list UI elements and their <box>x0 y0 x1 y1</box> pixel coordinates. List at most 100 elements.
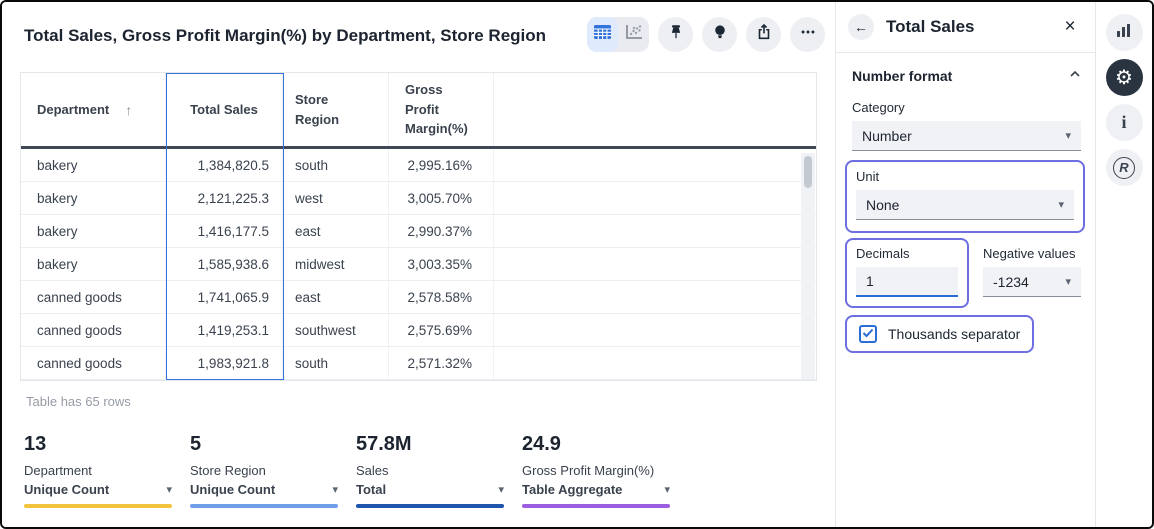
negative-values-field: Negative values -1234 ▾ <box>983 246 1081 297</box>
column-header-department[interactable]: Department ↑ <box>21 73 166 146</box>
lightbulb-icon <box>711 23 729 46</box>
cell-gross-profit-margin[interactable]: 3,005.70% <box>389 182 494 214</box>
panel-body: Number format Category Number ▾ Unit Non… <box>836 53 1095 353</box>
stat-value: 57.8M <box>356 433 504 456</box>
cell-department[interactable]: canned goods <box>21 314 166 346</box>
column-label: Gross Profit Margin(%) <box>405 80 469 139</box>
table-scrollbar[interactable] <box>801 153 815 379</box>
table-row[interactable]: bakery 2,121,225.3 west 3,005.70% <box>21 182 816 215</box>
cell-store-region[interactable]: east <box>283 215 389 247</box>
decimals-input[interactable] <box>856 267 958 297</box>
data-table: Department ↑ Total Sales Store Region Gr… <box>20 72 817 381</box>
table-row[interactable]: canned goods 1,983,921.8 south 2,571.32% <box>21 347 816 380</box>
cell-store-region[interactable]: midwest <box>283 248 389 280</box>
pin-icon <box>667 23 685 46</box>
cell-total-sales[interactable]: 1,419,253.1 <box>166 314 283 346</box>
decimals-label: Decimals <box>856 246 958 261</box>
close-panel-button[interactable]: × <box>1057 14 1083 40</box>
unit-select[interactable]: None ▾ <box>856 190 1074 220</box>
chevron-down-icon: ▾ <box>332 483 338 496</box>
cell-gross-profit-margin[interactable]: 2,575.69% <box>389 314 494 346</box>
unit-field-highlighted: Unit None ▾ <box>845 160 1085 233</box>
stat-accent-bar <box>24 504 172 508</box>
negative-values-label: Negative values <box>983 246 1081 261</box>
cell-department[interactable]: canned goods <box>21 281 166 313</box>
pin-button[interactable] <box>658 17 693 52</box>
column-header-store-region[interactable]: Store Region <box>283 73 389 146</box>
table-row[interactable]: bakery 1,416,177.5 east 2,990.37% <box>21 215 816 248</box>
cell-department[interactable]: bakery <box>21 182 166 214</box>
r-integration-button[interactable]: R <box>1106 149 1143 186</box>
stat-accent-bar <box>522 504 670 508</box>
table-row[interactable]: canned goods 1,419,253.1 southwest 2,575… <box>21 314 816 347</box>
info-icon: i <box>1121 112 1126 133</box>
cell-total-sales[interactable]: 1,585,938.6 <box>166 248 283 280</box>
cell-gross-profit-margin[interactable]: 2,578.58% <box>389 281 494 313</box>
cell-empty <box>494 314 816 346</box>
cell-total-sales[interactable]: 1,416,177.5 <box>166 215 283 247</box>
share-button[interactable] <box>746 17 781 52</box>
cell-gross-profit-margin[interactable]: 2,995.16% <box>389 149 494 181</box>
chart-view-button[interactable] <box>618 17 649 52</box>
unit-value: None <box>866 197 899 213</box>
chart-panel-button[interactable] <box>1106 14 1143 51</box>
thousands-separator-label: Thousands separator <box>888 326 1020 342</box>
number-format-section-toggle[interactable]: Number format <box>852 67 1081 85</box>
category-select[interactable]: Number ▾ <box>852 121 1081 151</box>
settings-panel-button[interactable]: ⚙ <box>1106 59 1143 96</box>
cell-gross-profit-margin[interactable]: 3,003.35% <box>389 248 494 280</box>
table-row[interactable]: bakery 1,585,938.6 midwest 3,003.35% <box>21 248 816 281</box>
panel-title: Total Sales <box>886 17 1057 37</box>
cell-department[interactable]: bakery <box>21 215 166 247</box>
negative-values-select[interactable]: -1234 ▾ <box>983 267 1081 297</box>
cell-store-region[interactable]: west <box>283 182 389 214</box>
unit-label: Unit <box>856 169 1074 184</box>
stat-field: Department <box>24 463 172 478</box>
section-title: Number format <box>852 68 952 84</box>
cell-total-sales[interactable]: 1,741,065.9 <box>166 281 283 313</box>
table-header-row: Department ↑ Total Sales Store Region Gr… <box>21 73 816 149</box>
stat-aggregate-dropdown[interactable]: Unique Count ▾ <box>24 482 172 497</box>
negative-values-value: -1234 <box>993 274 1029 290</box>
stat-value: 13 <box>24 433 172 456</box>
more-button[interactable] <box>790 17 825 52</box>
column-header-gross-profit-margin[interactable]: Gross Profit Margin(%) <box>389 73 494 146</box>
checkmark-icon <box>862 325 874 343</box>
cell-total-sales[interactable]: 2,121,225.3 <box>166 182 283 214</box>
stat-accent-bar <box>190 504 338 508</box>
cell-total-sales[interactable]: 1,384,820.5 <box>166 149 283 181</box>
cell-gross-profit-margin[interactable]: 2,990.37% <box>389 215 494 247</box>
cell-store-region[interactable]: southwest <box>283 314 389 346</box>
cell-department[interactable]: bakery <box>21 149 166 181</box>
table-scrollbar-thumb[interactable] <box>804 156 812 188</box>
cell-total-sales[interactable]: 1,983,921.8 <box>166 347 283 379</box>
cell-store-region[interactable]: south <box>283 347 389 379</box>
stat-field: Sales <box>356 463 504 478</box>
insights-button[interactable] <box>702 17 737 52</box>
stat-aggregate-dropdown[interactable]: Table Aggregate ▾ <box>522 482 670 497</box>
thousands-separator-highlighted[interactable]: Thousands separator <box>845 315 1034 353</box>
cell-store-region[interactable]: south <box>283 149 389 181</box>
stat-aggregate-dropdown[interactable]: Total ▾ <box>356 482 504 497</box>
cell-gross-profit-margin[interactable]: 2,571.32% <box>389 347 494 379</box>
thousands-separator-checkbox[interactable] <box>859 325 877 343</box>
cell-empty <box>494 248 816 280</box>
info-panel-button[interactable]: i <box>1106 104 1143 141</box>
back-button[interactable]: ← <box>848 14 874 40</box>
cell-department[interactable]: canned goods <box>21 347 166 379</box>
column-label: Store Region <box>295 90 345 129</box>
table-view-button[interactable] <box>587 17 618 52</box>
cell-empty <box>494 347 816 379</box>
right-icon-rail: ⚙ i R <box>1095 2 1152 527</box>
cell-department[interactable]: bakery <box>21 248 166 280</box>
column-header-total-sales[interactable]: Total Sales <box>166 73 283 146</box>
stat-aggregate-dropdown[interactable]: Unique Count ▾ <box>190 482 338 497</box>
table-row[interactable]: canned goods 1,741,065.9 east 2,578.58% <box>21 281 816 314</box>
stat-value: 24.9 <box>522 433 670 456</box>
cell-store-region[interactable]: east <box>283 281 389 313</box>
table-row[interactable]: bakery 1,384,820.5 south 2,995.16% <box>21 149 816 182</box>
main-content: Total Sales, Gross Profit Margin(%) by D… <box>2 2 835 527</box>
chevron-down-icon: ▾ <box>1065 129 1071 142</box>
chevron-down-icon: ▾ <box>498 483 504 496</box>
sort-ascending-icon[interactable]: ↑ <box>125 102 132 118</box>
